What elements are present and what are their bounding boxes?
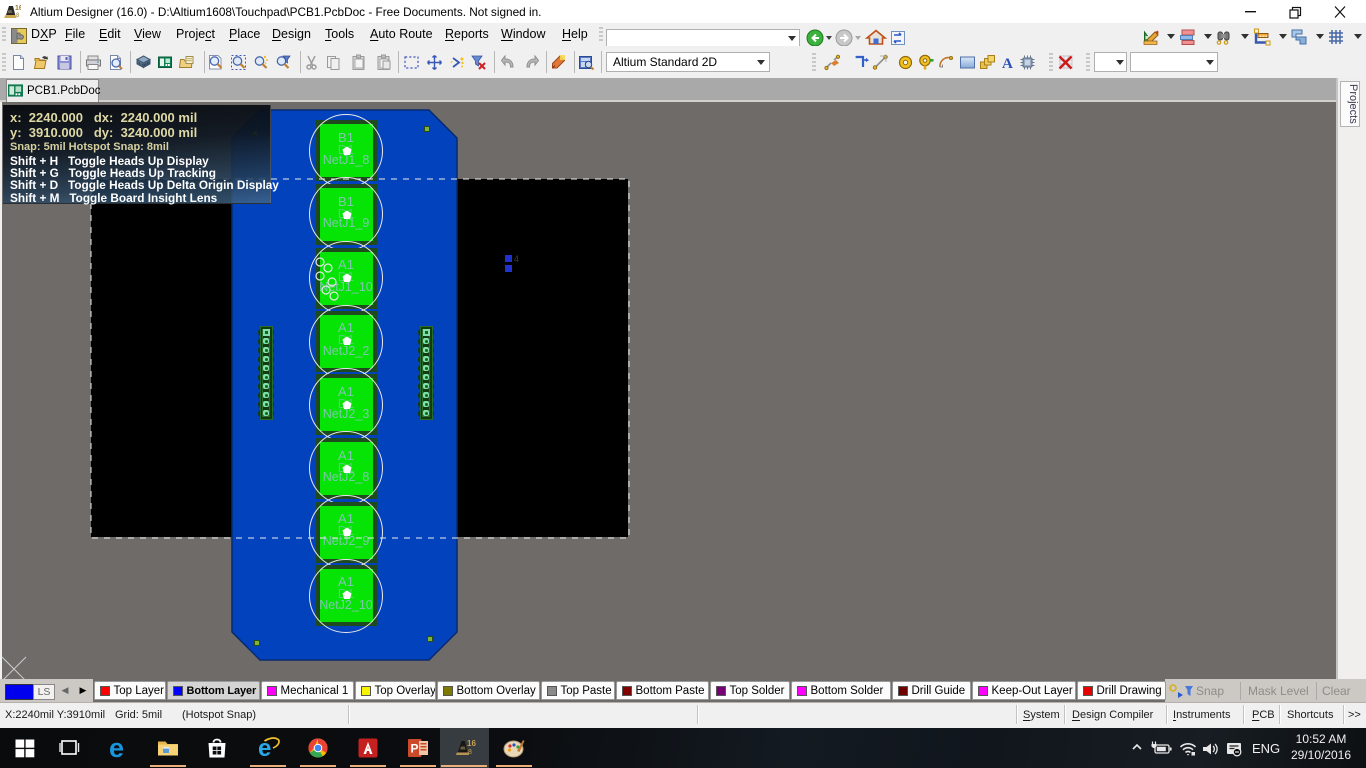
svg-text:16: 16 <box>15 5 21 12</box>
svg-text:P: P <box>411 742 419 756</box>
svg-text:A: A <box>1002 56 1013 71</box>
svg-text:e: e <box>109 735 124 761</box>
svg-text:16: 16 <box>467 739 476 748</box>
svg-text:8: 8 <box>468 749 472 756</box>
svg-text:8: 8 <box>16 13 20 19</box>
